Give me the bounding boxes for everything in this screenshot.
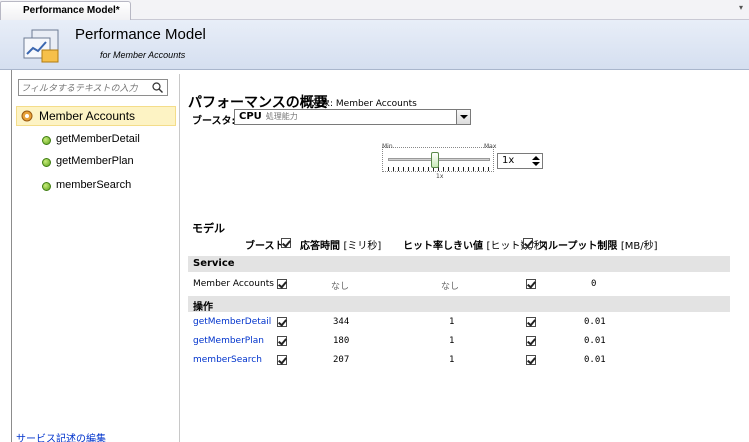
service-throughput-checkbox[interactable] (526, 279, 536, 289)
tab-title: Performance Model* (23, 5, 120, 16)
boost-all-checkbox[interactable] (281, 238, 291, 248)
operation-hit-rate: 1 (449, 355, 455, 365)
operation-link-membersearch[interactable]: memberSearch (193, 355, 262, 365)
operation-status-icon (42, 136, 51, 145)
sidebar-root-label: Member Accounts (39, 109, 136, 123)
tab-performance-model[interactable]: Performance Model* (0, 1, 131, 20)
column-response-time: 応答時間 [ミリ秒] (300, 241, 382, 252)
throughput-all-checkbox[interactable] (523, 238, 533, 248)
document-tab-strip: Performance Model* ▾ (0, 0, 749, 20)
booster-value: CPU (239, 111, 262, 122)
spinner-arrows-icon[interactable] (529, 154, 542, 168)
service-boost-checkbox[interactable] (277, 279, 287, 289)
filter-input[interactable] (21, 81, 146, 94)
booster-select[interactable]: CPU 処理能力 (234, 109, 471, 125)
operation-throughput: 0.01 (584, 355, 606, 365)
operations-section-header: 操作 (188, 296, 730, 313)
operation-throughput: 0.01 (584, 336, 606, 346)
sidebar: Member Accounts getMemberDetail getMembe… (12, 74, 180, 442)
search-icon[interactable] (152, 82, 163, 93)
operation-boost-checkbox[interactable] (277, 355, 287, 365)
booster-slider-track[interactable] (388, 158, 490, 161)
sidebar-item-membersearch[interactable]: memberSearch (42, 179, 132, 195)
operation-response-time: 180 (333, 336, 350, 346)
model-section-title: モデル (192, 222, 225, 235)
performance-chart-icon (23, 29, 59, 63)
service-response-time: なし (331, 282, 350, 292)
operation-response-time: 207 (333, 355, 350, 365)
header-banner: Performance Model for Member Accounts (0, 20, 749, 70)
filter-box (18, 79, 168, 96)
slider-tick-label: 1x (436, 173, 444, 180)
main-panel: パフォーマンスの概要 対象: Member Accounts ブースタ: CPU… (181, 74, 749, 442)
service-throughput: 0 (591, 279, 597, 289)
service-section-header: Service (188, 256, 730, 272)
page-title: Performance Model (75, 26, 206, 43)
outer-frame (0, 70, 12, 442)
operation-link-getmemberdetail[interactable]: getMemberDetail (193, 317, 271, 327)
slider-max-label: Max (484, 143, 497, 150)
column-boost: ブースト (245, 241, 285, 252)
sidebar-item-label: getMemberPlan (56, 155, 134, 167)
tab-menu-icon[interactable]: ▾ (739, 3, 743, 12)
booster-slider-thumb[interactable] (431, 152, 439, 168)
booster-label: ブースタ: (192, 116, 236, 127)
operation-throughput-checkbox[interactable] (526, 336, 536, 346)
edit-service-description-link[interactable]: サービス記述の編集 (16, 430, 106, 442)
sidebar-item-label: getMemberDetail (56, 133, 140, 145)
column-throughput: スループット制限 [MB/秒] (538, 241, 658, 252)
slider-min-label: Min (382, 143, 393, 150)
service-hit-rate: なし (441, 282, 460, 292)
multiplier-spinner[interactable]: 1x (497, 153, 543, 169)
sidebar-item-label: memberSearch (56, 179, 132, 191)
operation-throughput: 0.01 (584, 317, 606, 327)
gear-icon (21, 110, 33, 122)
chevron-down-icon[interactable] (456, 110, 470, 124)
booster-slider-ticks (388, 167, 490, 171)
operation-status-icon (42, 182, 51, 191)
operation-boost-checkbox[interactable] (277, 317, 287, 327)
sidebar-item-member-accounts[interactable]: Member Accounts (16, 106, 176, 126)
operation-throughput-checkbox[interactable] (526, 317, 536, 327)
overview-target: 対象: Member Accounts (312, 99, 417, 109)
operation-hit-rate: 1 (449, 336, 455, 346)
sidebar-item-getmemberdetail[interactable]: getMemberDetail (42, 133, 140, 149)
multiplier-value: 1x (502, 155, 515, 166)
operation-throughput-checkbox[interactable] (526, 355, 536, 365)
booster-value-sub: 処理能力 (265, 112, 298, 121)
operation-status-icon (42, 158, 51, 167)
operation-hit-rate: 1 (449, 317, 455, 327)
operation-link-getmemberplan[interactable]: getMemberPlan (193, 336, 264, 346)
operation-boost-checkbox[interactable] (277, 336, 287, 346)
service-row-name: Member Accounts (193, 279, 274, 289)
operation-response-time: 344 (333, 317, 350, 327)
sidebar-item-getmemberplan[interactable]: getMemberPlan (42, 155, 134, 171)
page-subtitle: for Member Accounts (100, 50, 186, 60)
